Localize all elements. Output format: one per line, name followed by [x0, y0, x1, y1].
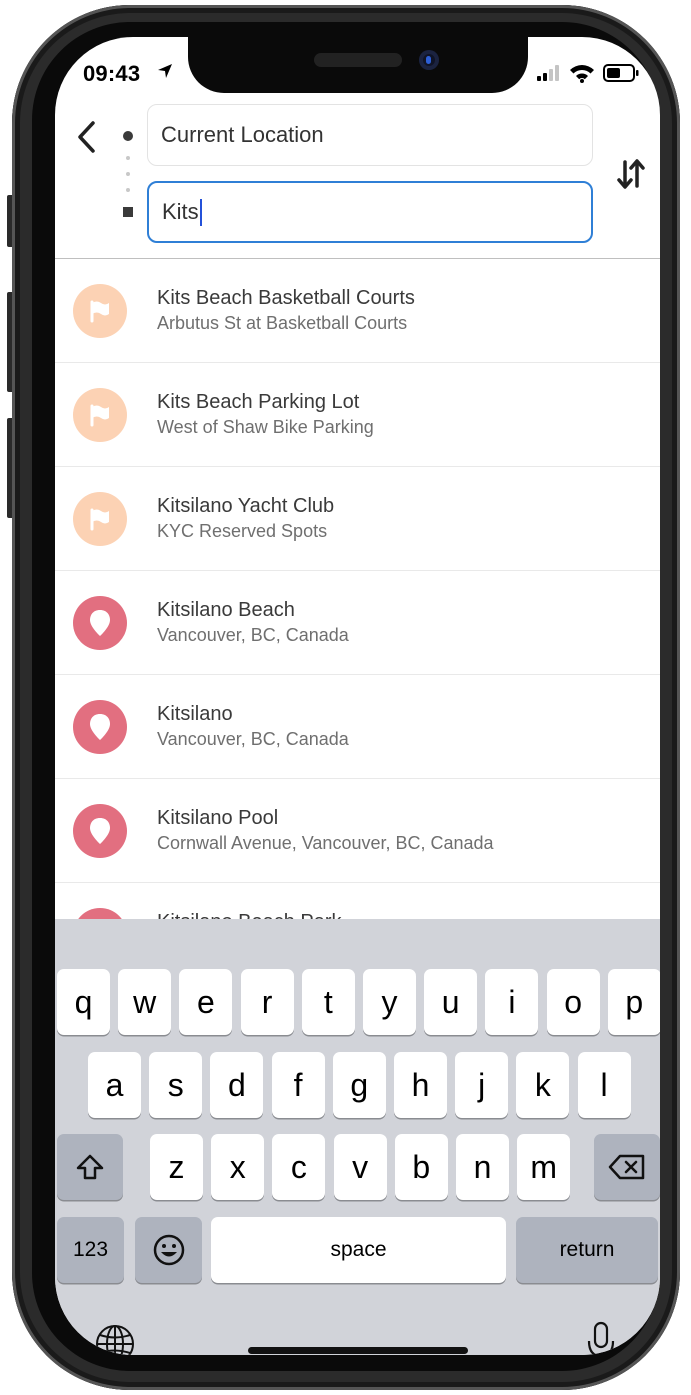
key-q[interactable]: q — [57, 969, 110, 1035]
emoji-icon — [153, 1234, 184, 1266]
origin-marker-icon — [123, 131, 133, 141]
status-time: 09:43 — [83, 61, 141, 86]
result-title: Kitsilano Beach — [157, 599, 295, 621]
result-item[interactable]: Kits Beach Parking Lot West of Shaw Bike … — [55, 363, 660, 467]
key-t[interactable]: t — [301, 969, 355, 1035]
destination-input-value: Kits — [162, 199, 199, 224]
space-key[interactable]: space — [211, 1217, 506, 1283]
result-subtitle: West of Shaw Bike Parking — [157, 417, 374, 437]
key-b[interactable]: b — [394, 1134, 448, 1200]
route-dot-icon — [126, 172, 130, 176]
result-title: Kitsilano — [157, 703, 233, 725]
key-h[interactable]: h — [394, 1052, 447, 1118]
wifi-icon — [570, 65, 594, 83]
pin-icon — [73, 596, 127, 650]
origin-input[interactable]: Current Location — [147, 104, 593, 166]
key-e[interactable]: e — [179, 969, 233, 1035]
backspace-icon — [608, 1154, 645, 1180]
result-title: Kits Beach Parking Lot — [157, 391, 360, 413]
result-item[interactable]: Kitsilano Vancouver, BC, Canada — [55, 675, 660, 779]
result-subtitle: Vancouver, BC, Canada — [157, 729, 349, 749]
pin-icon — [73, 804, 127, 858]
location-arrow-icon — [158, 64, 172, 78]
search-results-list: Kits Beach Basketball Courts Arbutus St a… — [55, 259, 660, 987]
delete-key[interactable] — [594, 1134, 660, 1200]
keyboard: 123 space return q w e r t y u i o p a s… — [55, 919, 660, 1355]
flag-icon — [73, 388, 127, 442]
result-subtitle: Arbutus St at Basketball Courts — [157, 313, 408, 333]
result-subtitle: KYC Reserved Spots — [157, 521, 328, 541]
key-d[interactable]: d — [210, 1052, 264, 1118]
flag-icon — [73, 284, 127, 338]
speaker — [314, 53, 402, 67]
key-k[interactable]: k — [516, 1052, 570, 1118]
key-r[interactable]: r — [240, 969, 294, 1035]
key-u[interactable]: u — [424, 969, 478, 1035]
result-title: Kitsilano Pool — [157, 807, 279, 829]
key-m[interactable]: m — [517, 1134, 571, 1200]
key-f[interactable]: f — [271, 1052, 325, 1118]
origin-input-value: Current Location — [161, 122, 324, 147]
key-g[interactable]: g — [332, 1052, 386, 1118]
result-subtitle: Cornwall Avenue, Vancouver, BC, Canada — [157, 833, 494, 853]
result-title: Kitsilano Yacht Club — [157, 495, 335, 517]
result-item[interactable]: Kitsilano Pool Cornwall Avenue, Vancouver… — [55, 779, 660, 883]
key-s[interactable]: s — [149, 1052, 203, 1118]
screen: 09:43 Current Location Kits Kits Beach B… — [55, 37, 660, 1355]
route-dot-icon — [126, 156, 130, 160]
key-y[interactable]: y — [363, 969, 416, 1035]
swap-direction-icon[interactable] — [616, 158, 646, 190]
phone-frame: 09:43 Current Location Kits Kits Beach B… — [0, 0, 691, 1395]
result-title: Kits Beach Basketball Courts — [157, 287, 415, 309]
key-v[interactable]: v — [333, 1134, 387, 1200]
result-item[interactable]: Kits Beach Basketball Courts Arbutus St a… — [55, 259, 660, 363]
destination-marker-icon — [123, 207, 133, 217]
cellular-signal-icon — [537, 65, 559, 81]
pin-icon — [73, 700, 127, 754]
shift-icon — [76, 1154, 104, 1180]
key-x[interactable]: x — [211, 1134, 265, 1200]
text-cursor — [199, 198, 202, 226]
key-o[interactable]: o — [546, 969, 600, 1035]
flag-icon — [73, 492, 127, 546]
result-subtitle: Vancouver, BC, Canada — [157, 625, 349, 645]
numbers-key[interactable]: 123 — [57, 1217, 124, 1283]
return-key[interactable]: return — [516, 1217, 658, 1283]
key-i[interactable]: i — [485, 969, 539, 1035]
home-indicator[interactable] — [248, 1347, 468, 1354]
key-l[interactable]: l — [577, 1052, 631, 1118]
key-p[interactable]: p — [607, 969, 660, 1035]
result-item[interactable]: Kitsilano Beach Vancouver, BC, Canada — [55, 571, 660, 675]
microphone-icon[interactable] — [583, 1320, 619, 1355]
notch — [188, 37, 528, 93]
route-dot-icon — [126, 188, 130, 192]
key-n[interactable]: n — [456, 1134, 509, 1200]
key-a[interactable]: a — [88, 1052, 141, 1118]
emoji-key[interactable] — [135, 1217, 202, 1283]
key-c[interactable]: c — [272, 1134, 326, 1200]
back-chevron-icon[interactable] — [73, 119, 103, 155]
destination-input[interactable]: Kits — [147, 181, 593, 243]
key-z[interactable]: z — [150, 1134, 203, 1200]
front-camera — [419, 50, 439, 70]
shift-key[interactable] — [57, 1134, 123, 1200]
globe-icon[interactable] — [93, 1322, 137, 1355]
result-item[interactable]: Kitsilano Yacht Club KYC Reserved Spots — [55, 467, 660, 571]
key-j[interactable]: j — [455, 1052, 509, 1118]
battery-icon — [603, 64, 639, 82]
key-w[interactable]: w — [118, 969, 172, 1035]
